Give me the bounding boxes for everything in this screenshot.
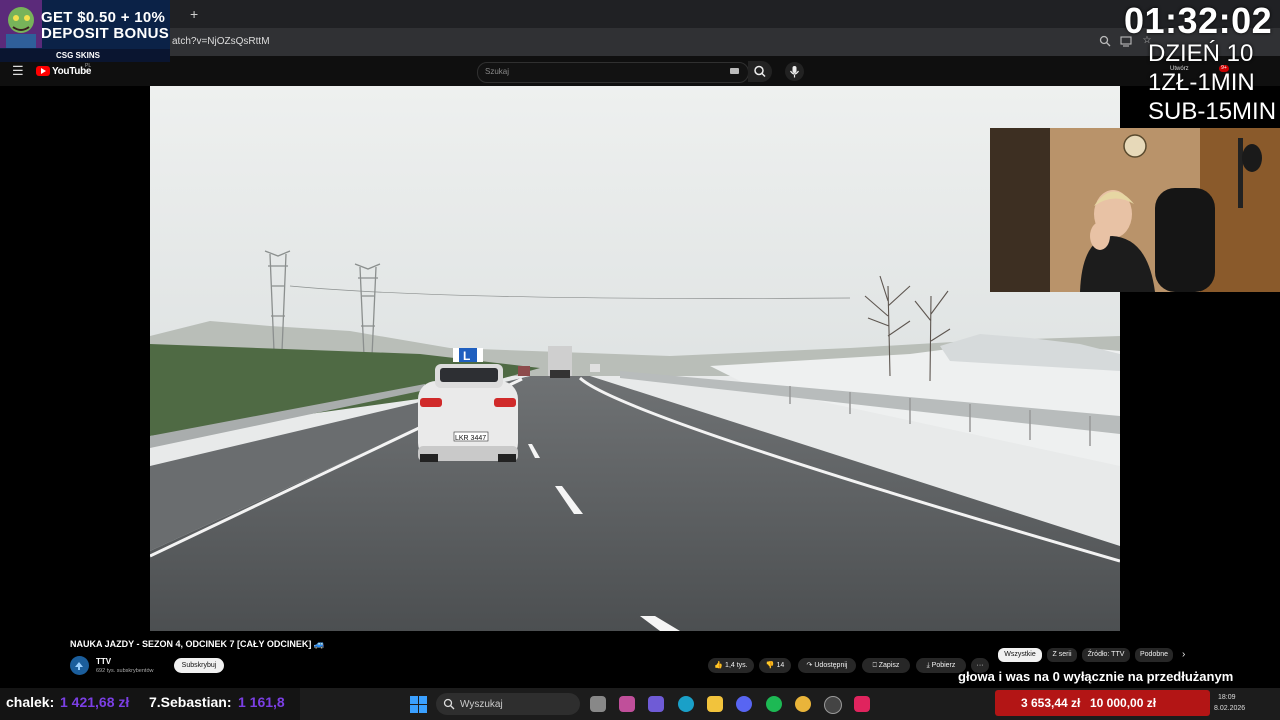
- chip-series[interactable]: Z serii: [1047, 648, 1077, 662]
- store-icon[interactable]: [619, 696, 635, 712]
- thumbs-up-icon: 👍: [714, 662, 724, 669]
- chrome-icon[interactable]: [795, 696, 811, 712]
- edge-icon[interactable]: [678, 696, 694, 712]
- chip-source[interactable]: Źródło: TTV: [1082, 648, 1130, 662]
- chevron-right-icon[interactable]: ›: [1182, 649, 1185, 660]
- search-placeholder: Szukaj: [485, 67, 510, 76]
- video-title: NAUKA JAZDY - SEZON 4, ODCINEK 7 [CAŁY O…: [70, 639, 326, 649]
- bookmark-icon: ⎕: [872, 662, 877, 669]
- like-button[interactable]: 👍 1,4 tys.: [708, 658, 754, 673]
- task-view-icon[interactable]: [590, 696, 606, 712]
- subscribe-button[interactable]: Subskrybuj: [174, 658, 224, 673]
- ad-brand-name: CSG SKINS: [56, 51, 101, 60]
- tiktok-icon[interactable]: [854, 696, 870, 712]
- rate-subscription: SUB-15MIN: [1148, 98, 1277, 125]
- keyboard-icon[interactable]: [730, 68, 739, 74]
- file-explorer-icon[interactable]: [707, 696, 723, 712]
- chip-similar[interactable]: Podobne: [1135, 648, 1173, 662]
- obs-icon[interactable]: [824, 696, 842, 714]
- share-label: Udostępnij: [814, 662, 848, 669]
- hamburger-menu-icon[interactable]: ☰: [12, 63, 24, 79]
- chip-all[interactable]: Wszystkie: [998, 648, 1042, 662]
- subathon-timer: 01:32:02: [1124, 0, 1273, 41]
- goal-target: 10 000,00 zł: [1090, 696, 1157, 710]
- taskbar-date: 8.02.2026: [1214, 705, 1246, 712]
- search-button[interactable]: [748, 61, 772, 82]
- download-icon: ⤓: [926, 662, 930, 669]
- dislike-count: 14: [776, 662, 785, 669]
- share-icon: ↷: [806, 662, 813, 669]
- search-input[interactable]: [477, 62, 749, 83]
- zombie-mascot-icon: [0, 0, 42, 48]
- channel-name[interactable]: TTV: [96, 657, 111, 666]
- rate-donation: 1ZŁ-1MIN: [1148, 69, 1255, 96]
- share-button[interactable]: ↷ Udostępnij: [798, 658, 856, 673]
- ad-subheadline: DEPOSIT BONUS: [41, 25, 170, 42]
- webcam-overlay: [990, 128, 1280, 292]
- ticker-value-1: 1 421,68 zł: [60, 694, 130, 710]
- url-text[interactable]: atch?v=NjOZsQsRttM: [172, 36, 270, 47]
- ticker-name-2: 7.Sebastian:: [149, 694, 232, 710]
- video-player[interactable]: L LKR 3447: [150, 86, 1120, 631]
- youtube-logo-icon[interactable]: [36, 66, 50, 76]
- video-frame: L LKR 3447: [150, 86, 1120, 631]
- new-tab-button[interactable]: +: [190, 6, 198, 22]
- license-plate: LKR 3447: [455, 435, 486, 442]
- spotify-icon[interactable]: [766, 696, 782, 712]
- channel-avatar[interactable]: [70, 656, 89, 675]
- channel-subscribers: 692 tys. subskrybentów: [96, 668, 154, 674]
- ad-headline: GET $0.50 + 10%: [41, 9, 166, 26]
- dislike-button[interactable]: 👎 14: [759, 658, 791, 673]
- voice-search-button[interactable]: [785, 62, 804, 81]
- goal-current: 3 653,44 zł: [1021, 696, 1081, 710]
- taskbar-time: 18:09: [1218, 694, 1236, 701]
- microphone-icon: [790, 66, 799, 78]
- live-caption: głowa i was na 0 wyłącznie na przedłużan…: [958, 669, 1234, 684]
- windows-start-icon[interactable]: [410, 696, 427, 713]
- search-icon: [754, 65, 766, 78]
- taskbar-search-icon: [443, 697, 455, 715]
- taskbar-search-label: Wyszukaj: [460, 699, 503, 710]
- zoom-icon[interactable]: [1099, 35, 1111, 47]
- ticker-value-2: 1 161,8: [238, 694, 285, 710]
- ticker-name-1: chalek:: [6, 694, 55, 710]
- thumbs-down-icon: 👎: [765, 662, 775, 669]
- taskbar-search-input[interactable]: [436, 693, 580, 715]
- discord-icon[interactable]: [736, 696, 752, 712]
- like-count: 1,4 tys.: [725, 662, 748, 669]
- day-counter: DZIEŃ 10: [1148, 40, 1254, 67]
- download-label: Pobierz: [931, 662, 956, 669]
- copilot-icon[interactable]: [648, 696, 664, 712]
- save-button[interactable]: ⎕ Zapisz: [862, 658, 910, 673]
- save-label: Zapisz: [878, 662, 900, 669]
- youtube-region-label: PL: [85, 63, 92, 69]
- learner-sign: L: [463, 349, 470, 363]
